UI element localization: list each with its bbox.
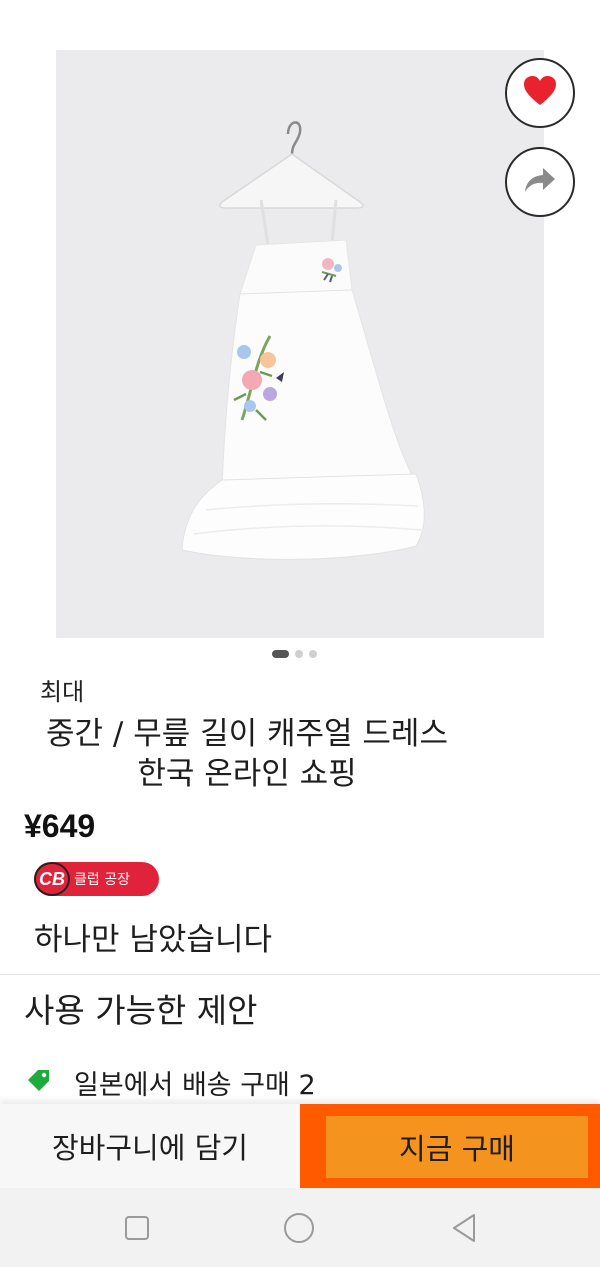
product-photo[interactable] — [56, 50, 544, 638]
store-logo: CB — [34, 862, 70, 896]
square-icon[interactable] — [121, 1212, 153, 1244]
buy-now-label: 지금 구매 — [326, 1116, 588, 1178]
image-pager — [272, 650, 317, 658]
favorite-button[interactable] — [505, 58, 575, 128]
tag-icon — [26, 1067, 52, 1097]
heart-icon — [523, 75, 557, 111]
brand-label: 최대 — [40, 678, 85, 706]
store-badge[interactable]: CB 클럽 공장 — [34, 862, 159, 896]
pager-dot — [309, 650, 317, 658]
offer-item[interactable]: 일본에서 배송 구매 2 — [26, 1062, 316, 1102]
divider — [0, 974, 600, 975]
add-to-cart-button[interactable]: 장바구니에 담기 — [0, 1104, 300, 1188]
product-title: 중간 / 무릎 길이 캐주얼 드레스 한국 온라인 쇼핑 — [46, 716, 448, 792]
system-nav-bar — [0, 1188, 600, 1267]
share-button[interactable] — [505, 147, 575, 217]
store-name: 클럽 공장 — [74, 872, 130, 888]
offers-heading: 사용 가능한 제안 — [24, 991, 258, 1030]
triangle-back-icon[interactable] — [448, 1212, 480, 1244]
product-gallery[interactable] — [0, 0, 600, 668]
offer-text: 일본에서 배송 구매 2 — [74, 1069, 316, 1101]
pager-dot-active — [272, 650, 289, 658]
share-arrow-icon — [523, 166, 557, 198]
stock-note: 하나만 남았습니다 — [34, 922, 273, 958]
buy-now-button[interactable]: 지금 구매 — [300, 1104, 600, 1188]
action-bar: 장바구니에 담기 지금 구매 — [0, 1104, 600, 1188]
product-price: ¥649 — [24, 808, 96, 844]
pager-dot — [295, 650, 303, 658]
circle-icon[interactable] — [283, 1212, 315, 1244]
